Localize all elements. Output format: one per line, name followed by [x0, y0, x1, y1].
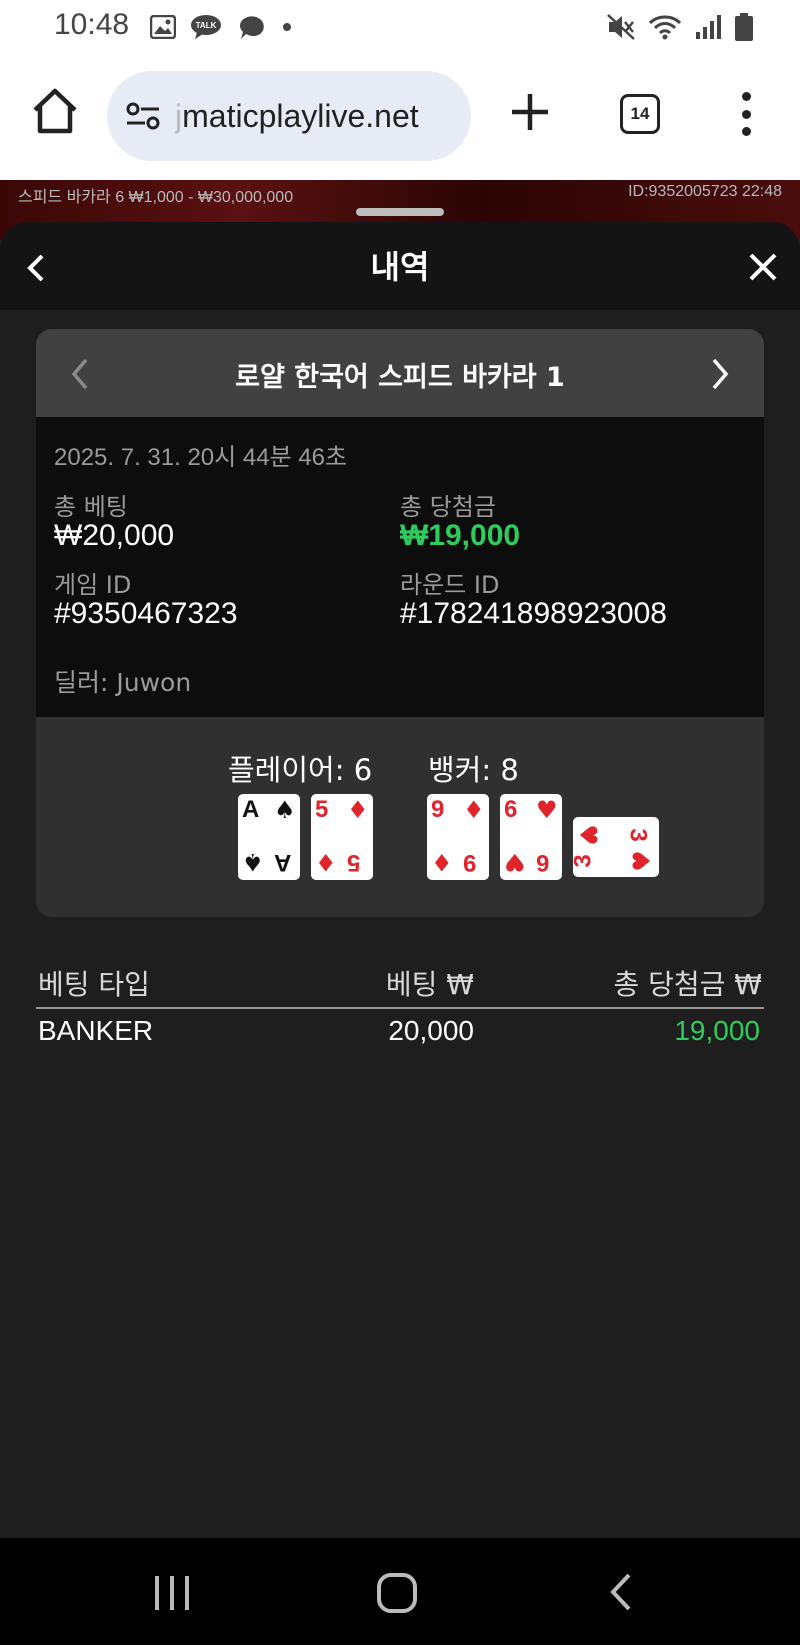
bet-amount-cell: 20,000: [388, 1015, 474, 1046]
bets-table: 베팅 타입 베팅 ₩ 총 당첨금 ₩ BANKER 20,000 19,000: [36, 957, 764, 1061]
total-bet-value: ₩20,000: [54, 519, 175, 552]
card-rank: 6: [504, 796, 518, 823]
site-settings-icon[interactable]: [125, 98, 161, 134]
hands-result: 플레이어: 6 뱅커: 8 A ♠ ♠ A 5 ♦ ♦ 5 9 ♦ ♦ 9 6 ♥ ♥ 6 3 ♥ 3 ♥: [36, 717, 764, 917]
home-nav-icon[interactable]: [376, 1572, 418, 1614]
playing-card: 3 ♥ 3 ♥: [569, 817, 659, 877]
session-id-time: ID:9352005723 22:48: [628, 183, 782, 200]
col-total-win: 총 당첨금 ₩: [613, 968, 762, 1001]
history-sheet: 내역 로얄 한국어 스피드 바카라 1 2025. 7. 31. 20시 44분…: [0, 222, 800, 1538]
card-rank: A: [274, 849, 292, 876]
playing-card: A ♠ ♠ A: [238, 794, 300, 880]
card-rank: 6: [536, 849, 550, 876]
bet-type-cell: BANKER: [38, 1015, 154, 1046]
table-name-limits: 스피드 바카라 6 ₩1,000 - ₩30,000,000: [18, 189, 294, 206]
image-icon: [150, 15, 176, 39]
card-suit: ♦: [431, 848, 453, 876]
table-row: BANKER 20,000 19,000: [36, 1009, 764, 1061]
sheet-drag-handle[interactable]: [356, 208, 444, 216]
game-id-value: #9350467323: [54, 597, 238, 630]
card-rank: A: [242, 796, 260, 823]
round-id-label: 라운드 ID: [400, 571, 500, 599]
close-icon[interactable]: [748, 252, 778, 282]
status-time: 10:48: [54, 8, 130, 41]
card-suit: ♦: [347, 796, 369, 824]
card-suit: ♥: [573, 824, 602, 846]
signal-icon: [696, 15, 721, 39]
mute-icon: [607, 14, 635, 40]
browser-toolbar: jmaticplaylive.net 14: [0, 56, 800, 180]
notification-icons: TALK: [150, 14, 292, 40]
total-win-label: 총 당첨금: [400, 493, 496, 521]
sheet-header: 내역: [0, 222, 800, 310]
svg-text:TALK: TALK: [196, 21, 217, 30]
card-rank: 5: [347, 849, 361, 876]
next-round-icon[interactable]: [710, 357, 730, 391]
back-nav-icon[interactable]: [608, 1572, 634, 1612]
round-detail-card: 로얄 한국어 스피드 바카라 1 2025. 7. 31. 20시 44분 46…: [36, 329, 764, 917]
card-header: 로얄 한국어 스피드 바카라 1: [36, 329, 764, 417]
card-rank: 9: [431, 796, 445, 823]
system-icons: [606, 12, 754, 42]
card-rank: 5: [315, 796, 329, 823]
card-suit: ♥: [536, 796, 558, 824]
more-menu-icon[interactable]: [738, 92, 754, 136]
status-bar: 10:48 TALK: [0, 0, 800, 56]
dealer-name: 딜러: Juwon: [54, 668, 192, 697]
card-suit: ♥: [504, 848, 526, 876]
url-domain: maticplaylive.net: [182, 97, 419, 134]
recent-apps-icon[interactable]: [152, 1574, 192, 1612]
win-amount-cell: 19,000: [674, 1015, 760, 1046]
game-id-label: 게임 ID: [54, 571, 132, 599]
tab-switcher-button[interactable]: 14: [620, 94, 660, 134]
system-navigation-bar: [0, 1538, 800, 1645]
card-suit: ♠: [242, 848, 264, 876]
battery-icon: [735, 13, 753, 41]
total-win-value: ₩19,000: [400, 519, 521, 552]
card-rank: 9: [463, 849, 477, 876]
card-suit: ♦: [315, 848, 337, 876]
wifi-icon: [648, 15, 682, 40]
playing-card: 5 ♦ ♦ 5: [311, 794, 373, 880]
round-id-value: #178241898923008: [400, 597, 667, 630]
playing-card: 6 ♥ ♥ 6: [500, 794, 562, 880]
new-tab-icon[interactable]: [508, 90, 552, 134]
player-score: 플레이어: 6: [228, 753, 373, 787]
round-info: 2025. 7. 31. 20시 44분 46초 총 베팅 ₩20,000 총 …: [36, 417, 764, 717]
playing-card: 9 ♦ ♦ 9: [427, 794, 489, 880]
url-text: jmaticplaylive.net: [175, 98, 465, 135]
card-suit: ♥: [627, 850, 656, 872]
card-rank: 3: [569, 854, 597, 868]
dot-icon: [283, 23, 291, 31]
bets-table-header: 베팅 타입 베팅 ₩ 총 당첨금 ₩: [36, 957, 764, 1009]
card-rank: 3: [624, 828, 652, 842]
game-title: 로얄 한국어 스피드 바카라 1: [235, 362, 565, 393]
kakaotalk-icon: TALK: [191, 15, 221, 39]
total-bet-label: 총 베팅: [54, 493, 128, 521]
sheet-title: 내역: [370, 248, 430, 286]
col-bet-type: 베팅 타입: [38, 968, 150, 1001]
card-suit: ♦: [463, 796, 485, 824]
chat-bubble-icon: [240, 16, 264, 39]
home-icon[interactable]: [30, 86, 80, 136]
banker-score: 뱅커: 8: [428, 753, 519, 787]
address-bar[interactable]: jmaticplaylive.net: [107, 71, 471, 161]
card-suit: ♠: [274, 796, 296, 824]
round-date: 2025. 7. 31. 20시 44분 46초: [54, 444, 348, 471]
col-bet-amount: 베팅 ₩: [385, 968, 474, 1001]
